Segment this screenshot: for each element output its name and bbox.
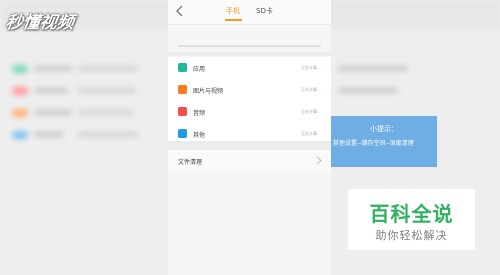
active-tab-indicator xyxy=(225,19,242,21)
background-row xyxy=(338,58,488,80)
photos-color-swatch xyxy=(178,85,187,94)
background-bar xyxy=(78,132,138,137)
background-bar xyxy=(34,132,64,137)
tab-phone[interactable]: 手机 xyxy=(226,6,240,16)
baike-title: 百科全说 xyxy=(369,202,454,226)
category-row-photos-videos[interactable]: 图片与视频 正在计算... xyxy=(168,79,331,101)
apps-color-swatch xyxy=(178,63,187,72)
background-dot xyxy=(12,109,28,117)
tip-title: 小提示： xyxy=(370,125,398,133)
background-row xyxy=(0,124,168,146)
background-bar xyxy=(34,66,72,71)
audio-color-swatch xyxy=(178,107,187,116)
background-bar xyxy=(338,88,398,93)
background-bar xyxy=(34,88,68,93)
storage-usage-bar xyxy=(178,45,321,47)
category-size: 正在计算... xyxy=(301,65,321,70)
background-dot xyxy=(12,65,28,73)
background-bar xyxy=(78,88,136,93)
tip-body: 其他设置--储存空间--深度清理 xyxy=(333,140,414,147)
category-label: 音频 xyxy=(193,110,206,117)
category-label: 图片与视频 xyxy=(193,88,224,95)
baike-subtitle: 助你轻松解决 xyxy=(375,229,448,242)
chevron-right-icon xyxy=(316,156,322,165)
background-bar xyxy=(338,66,408,71)
header-bar: 手机 SD卡 xyxy=(168,0,331,25)
background-dot xyxy=(12,131,28,139)
back-arrow-icon[interactable] xyxy=(174,4,186,18)
section-divider xyxy=(168,141,331,150)
file-cleanup-row[interactable]: 文件清理 xyxy=(168,150,331,172)
background-row xyxy=(0,58,168,80)
category-size: 正在计算... xyxy=(301,131,321,136)
category-size: 正在计算... xyxy=(301,87,321,92)
other-color-swatch xyxy=(178,129,187,138)
section-divider xyxy=(168,52,331,56)
video-logo: 秒懂视频 xyxy=(4,13,76,33)
category-size: 正在计算... xyxy=(301,109,321,114)
background-bar xyxy=(78,66,138,71)
background-bar xyxy=(78,110,134,115)
background-bar xyxy=(34,110,72,115)
baike-watermark: 百科全说 助你轻松解决 xyxy=(348,189,475,250)
storage-panel: 手机 SD卡 应用 正在计算... 图片与视频 正在计算... 音频 正在计算.… xyxy=(168,0,331,275)
category-label: 其他 xyxy=(193,132,206,139)
background-row xyxy=(338,80,488,102)
file-cleanup-label: 文件清理 xyxy=(178,159,203,166)
background-row xyxy=(0,102,168,124)
background-row xyxy=(0,80,168,102)
tab-sd-card[interactable]: SD卡 xyxy=(256,6,273,16)
category-row-audio[interactable]: 音频 正在计算... xyxy=(168,101,331,123)
category-label: 应用 xyxy=(193,66,206,73)
tip-box: 小提示： 其他设置--储存空间--深度清理 xyxy=(331,116,437,167)
background-dot xyxy=(12,87,28,95)
category-row-apps[interactable]: 应用 正在计算... xyxy=(168,57,331,79)
